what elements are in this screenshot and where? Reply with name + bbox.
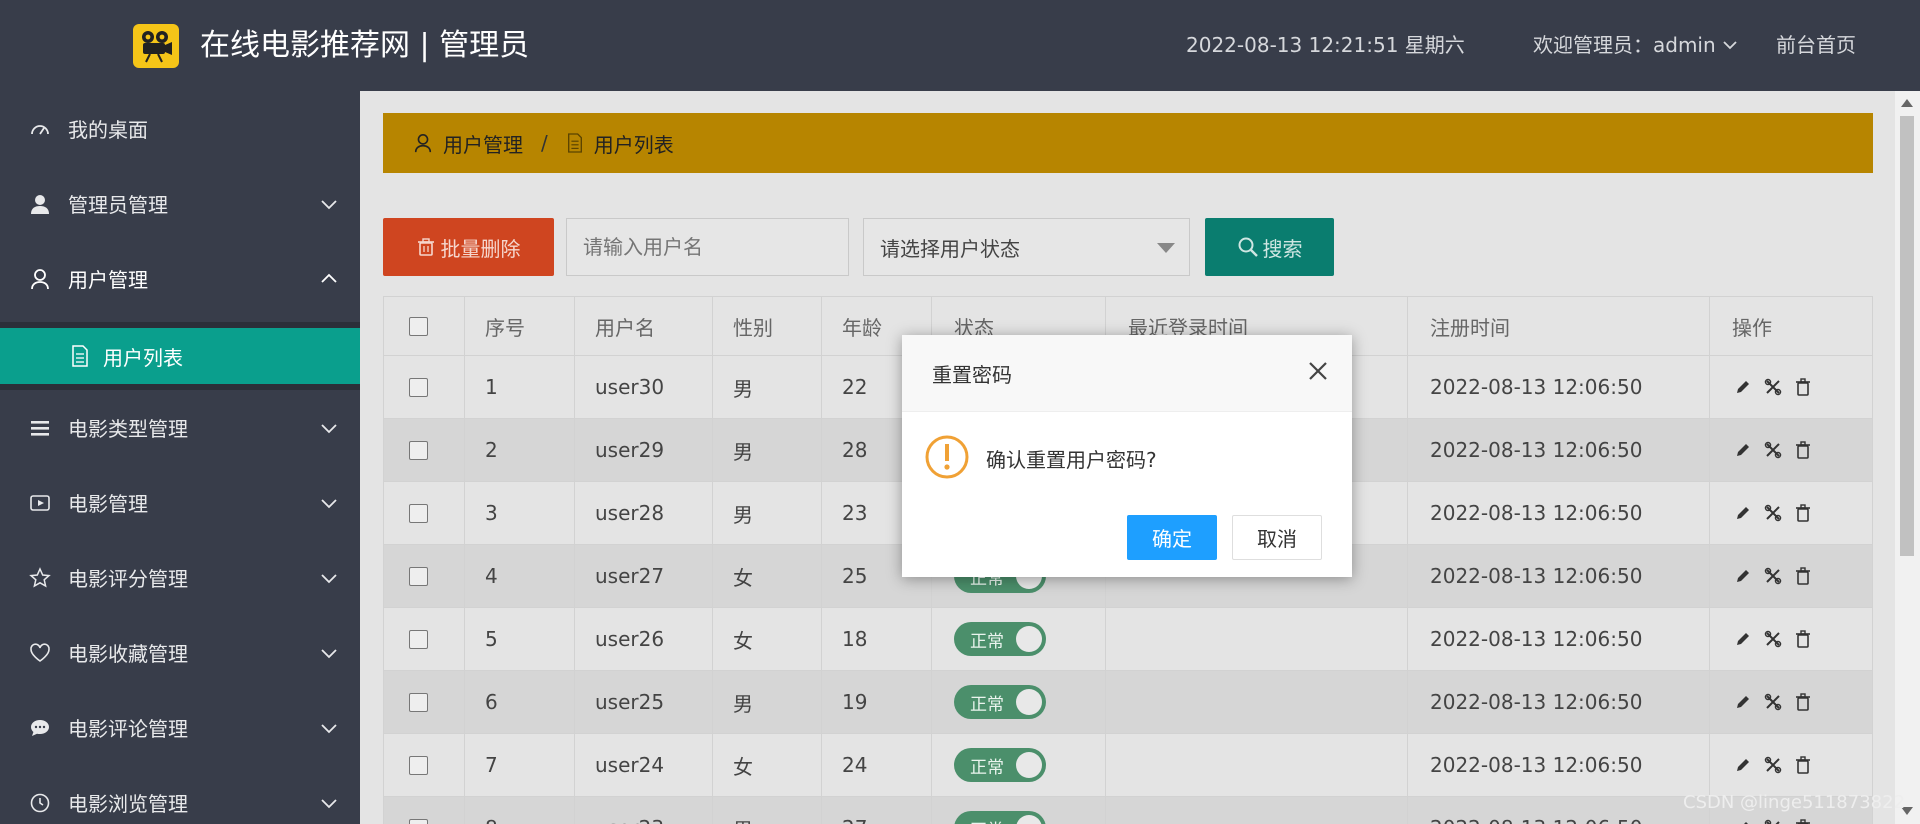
warning-exclamation-icon [925, 435, 969, 479]
page-scrollbar[interactable] [1895, 91, 1920, 824]
dialog-header: 重置密码 [902, 335, 1352, 412]
scroll-up-arrow-icon[interactable] [1901, 99, 1913, 107]
dialog-title: 重置密码 [932, 363, 1012, 387]
reset-password-dialog: 重置密码 确认重置用户密码? 确定 取消 [902, 335, 1352, 577]
dialog-message: 确认重置用户密码? [986, 448, 1157, 472]
watermark: CSDN @linge511873822 [1683, 792, 1906, 813]
cancel-button[interactable]: 取消 [1232, 515, 1322, 560]
scrollbar-thumb[interactable] [1900, 116, 1914, 556]
confirm-button[interactable]: 确定 [1127, 515, 1217, 560]
close-icon[interactable] [1306, 359, 1330, 383]
